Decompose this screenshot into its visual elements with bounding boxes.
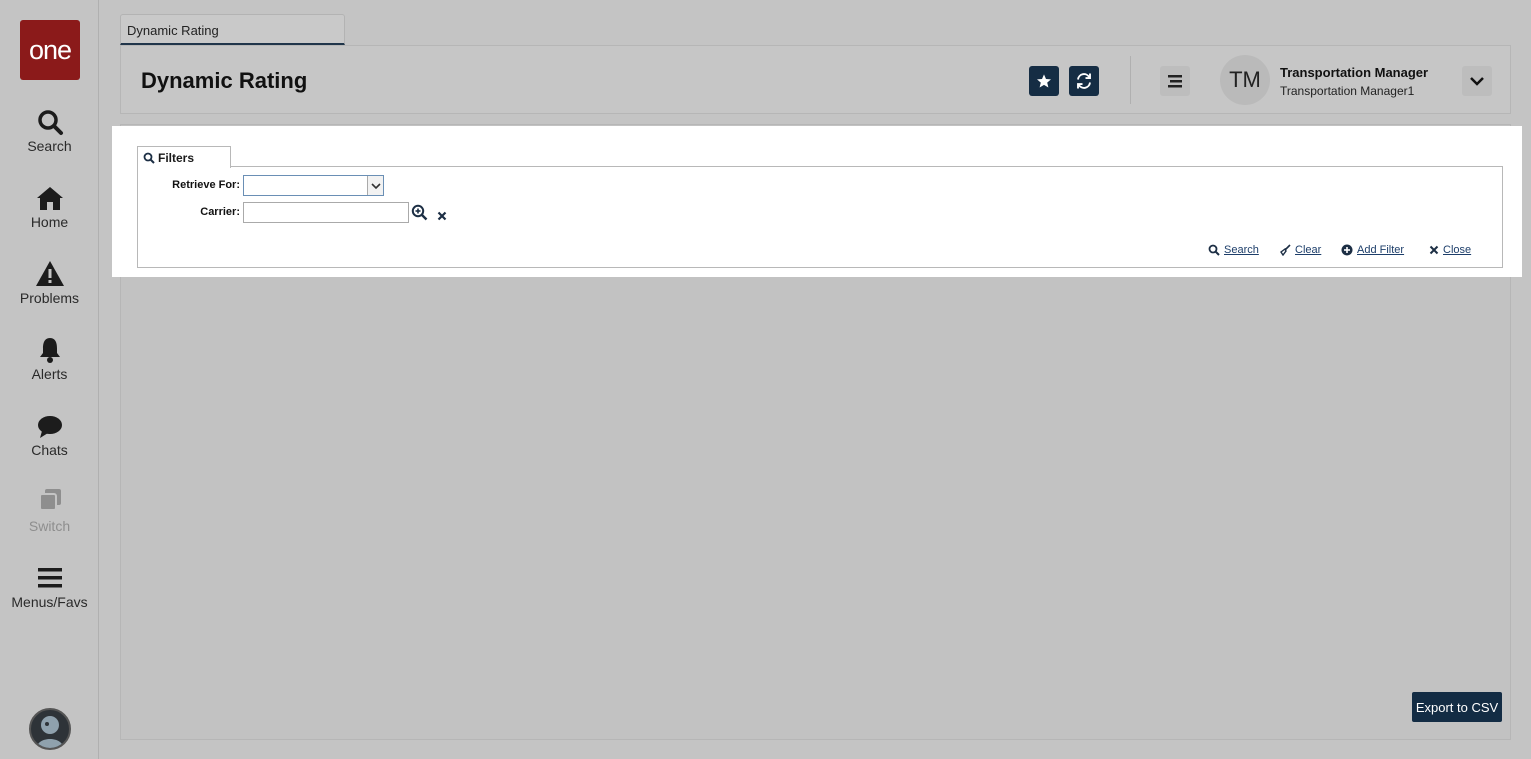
add-filter-link[interactable]: Add Filter [1341,244,1404,256]
dropdown-arrow-icon[interactable] [367,176,383,195]
user-name: Transportation Manager [1280,65,1429,80]
filter-box: Retrieve For: Carrier: Search Clear Add [137,166,1503,268]
assistant-avatar-icon[interactable] [29,708,71,750]
home-icon [0,184,99,212]
nav-home[interactable]: Home [0,184,99,230]
nav-problems[interactable]: Problems [0,260,99,306]
carrier-input[interactable] [243,202,409,223]
broom-icon [1280,244,1291,256]
nav-switch[interactable]: Switch [0,488,99,534]
chevron-down-icon [1470,77,1484,86]
app-logo[interactable]: one [20,20,80,80]
search-link[interactable]: Search [1208,244,1259,256]
favorite-button[interactable] [1029,66,1059,96]
clear-link[interactable]: Clear [1279,244,1321,256]
filters-tab[interactable]: Filters [137,146,231,168]
nav-chats[interactable]: Chats [0,412,99,458]
carrier-lookup-icon[interactable] [411,204,428,226]
close-link[interactable]: Close [1429,244,1471,256]
list-icon [1168,75,1182,88]
bell-icon [0,336,99,364]
chat-icon [0,412,99,440]
warning-icon [0,260,99,288]
filter-panel: Filters Retrieve For: Carrier: Search Cl… [112,126,1522,277]
menu-button[interactable] [1160,66,1190,96]
tab-dynamic-rating[interactable]: Dynamic Rating [120,14,345,45]
close-icon [1429,245,1439,255]
search-icon [0,108,99,136]
carrier-clear-icon[interactable] [437,208,447,226]
refresh-button[interactable] [1069,66,1099,96]
search-icon [1208,244,1220,256]
hamburger-icon [0,564,99,592]
user-avatar[interactable]: TM [1220,55,1270,105]
refresh-icon [1077,73,1091,89]
retrieve-for-label: Retrieve For: [172,179,240,191]
nav-search[interactable]: Search [0,108,99,154]
sidebar: one Search Home Problems Alerts Chats Sw… [0,0,99,759]
nav-menus-favs[interactable]: Menus/Favs [0,564,99,610]
user-menu-button[interactable] [1462,66,1492,96]
star-icon [1037,74,1051,88]
user-role: Transportation Manager1 [1280,84,1415,98]
export-csv-button[interactable]: Export to CSV [1412,692,1502,722]
carrier-label: Carrier: [200,206,240,218]
page-header: Dynamic Rating TM Transportation Manager… [120,45,1511,114]
nav-alerts[interactable]: Alerts [0,336,99,382]
search-icon [143,152,155,167]
retrieve-for-select[interactable] [243,175,384,196]
header-divider [1130,56,1131,104]
switch-icon [0,488,99,516]
plus-circle-icon [1341,244,1353,256]
page-title: Dynamic Rating [141,68,308,93]
